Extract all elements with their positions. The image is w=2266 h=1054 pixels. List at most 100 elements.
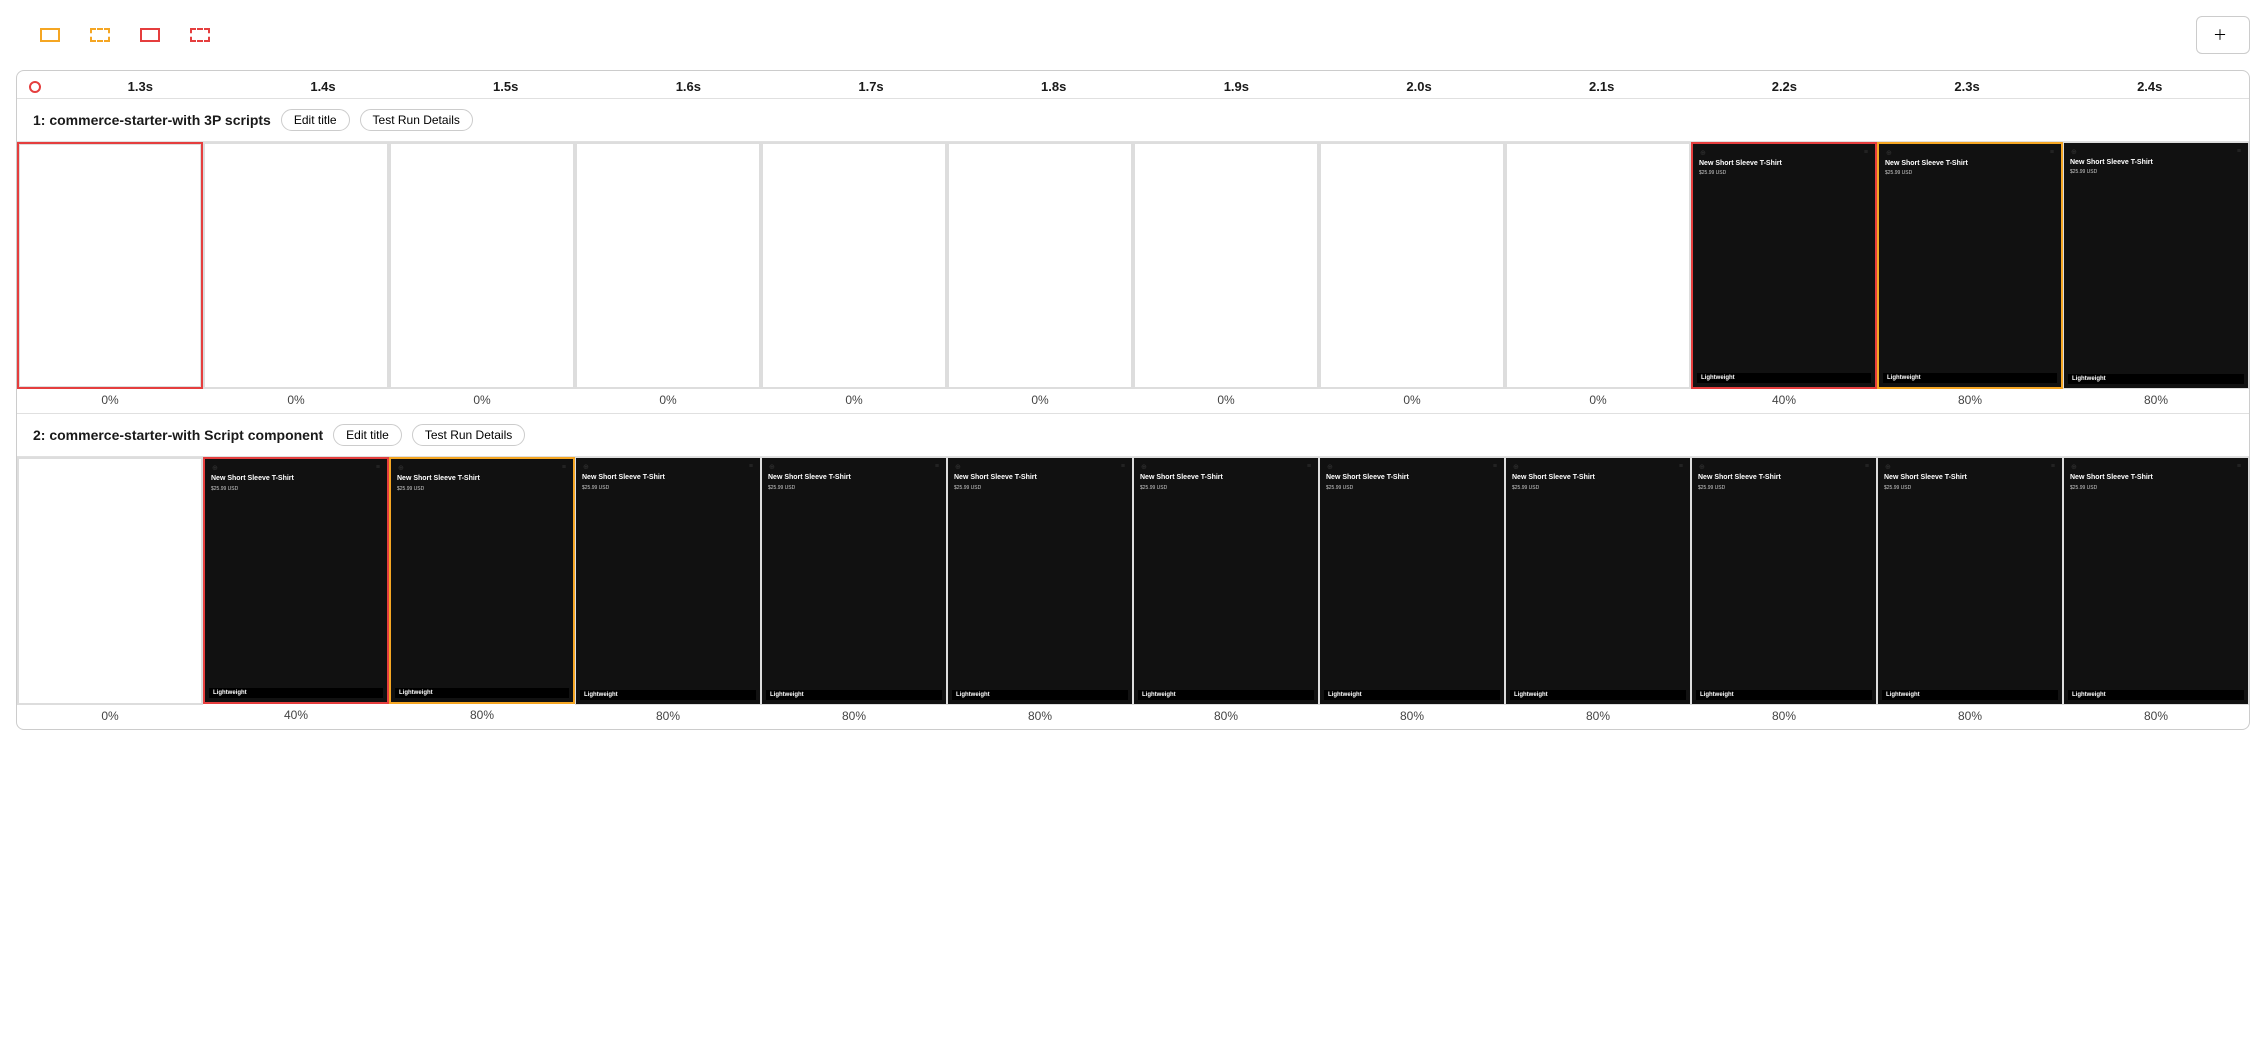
frame-percent-f2-6: 80% <box>1028 705 1052 729</box>
frame-thumb-f2-4: ⊕ ≡ New Short Sleeve T-Shirt $25.99 USD … <box>576 458 760 703</box>
edit-title-button-1[interactable]: Edit title <box>281 109 350 131</box>
frame-cell-f2-6: ⊕ ≡ New Short Sleeve T-Shirt $25.99 USD … <box>947 457 1133 728</box>
frame-percent-f1-4: 0% <box>659 389 676 413</box>
frame-box-f1-1[interactable] <box>17 142 203 389</box>
legend-lcp-layout <box>190 28 216 42</box>
row-title-1: 1: commerce-starter-with 3P scripts <box>33 112 271 128</box>
timeline-tick-3: 1.6s <box>597 79 780 94</box>
frame-box-f2-6[interactable]: ⊕ ≡ New Short Sleeve T-Shirt $25.99 USD … <box>947 457 1133 704</box>
frame-cell-f2-1: 0% <box>17 457 203 728</box>
test-run-button-2[interactable]: Test Run Details <box>412 424 525 446</box>
frame-thumb-f2-3: ⊕ ≡ New Short Sleeve T-Shirt $25.99 USD … <box>391 459 573 702</box>
frame-box-f2-8[interactable]: ⊕ ≡ New Short Sleeve T-Shirt $25.99 USD … <box>1319 457 1505 704</box>
frame-thumb-f1-3 <box>390 143 574 388</box>
frame-box-f2-11[interactable]: ⊕ ≡ New Short Sleeve T-Shirt $25.99 USD … <box>1877 457 2063 704</box>
frame-cell-f2-12: ⊕ ≡ New Short Sleeve T-Shirt $25.99 USD … <box>2063 457 2249 728</box>
timeline-start-dot <box>29 81 41 93</box>
frame-percent-f2-12: 80% <box>2144 705 2168 729</box>
frame-cell-f1-2: 0% <box>203 142 389 413</box>
timeline-tick-8: 2.1s <box>1510 79 1693 94</box>
frame-cell-f1-8: 0% <box>1319 142 1505 413</box>
frame-percent-f2-9: 80% <box>1586 705 1610 729</box>
frame-box-f2-12[interactable]: ⊕ ≡ New Short Sleeve T-Shirt $25.99 USD … <box>2063 457 2249 704</box>
frame-percent-f2-11: 80% <box>1958 705 1982 729</box>
frame-box-f1-11[interactable]: ⊕ ≡ New Short Sleeve T-Shirt $25.99 USD … <box>1877 142 2063 389</box>
frame-cell-f1-4: 0% <box>575 142 761 413</box>
frame-thumb-f2-5: ⊕ ≡ New Short Sleeve T-Shirt $25.99 USD … <box>762 458 946 703</box>
rows-container: 1: commerce-starter-with 3P scripts Edit … <box>17 99 2249 729</box>
frame-cell-f2-8: ⊕ ≡ New Short Sleeve T-Shirt $25.99 USD … <box>1319 457 1505 728</box>
frame-percent-f2-7: 80% <box>1214 705 1238 729</box>
frame-cell-f1-12: ⊕ ≡ New Short Sleeve T-Shirt $25.99 USD … <box>2063 142 2249 413</box>
frame-box-f1-10[interactable]: ⊕ ≡ New Short Sleeve T-Shirt $25.99 USD … <box>1691 142 1877 389</box>
frame-percent-f1-9: 0% <box>1589 389 1606 413</box>
frame-box-f2-7[interactable]: ⊕ ≡ New Short Sleeve T-Shirt $25.99 USD … <box>1133 457 1319 704</box>
frame-thumb-f1-4 <box>576 143 760 388</box>
row-title-2: 2: commerce-starter-with Script componen… <box>33 427 323 443</box>
frame-cell-f1-5: 0% <box>761 142 947 413</box>
frame-percent-f1-6: 0% <box>1031 389 1048 413</box>
frame-percent-f2-5: 80% <box>842 705 866 729</box>
frame-box-f1-6[interactable] <box>947 142 1133 389</box>
timeline-header: 1.3s1.4s1.5s1.6s1.7s1.8s1.9s2.0s2.1s2.2s… <box>17 71 2249 99</box>
test-run-button-1[interactable]: Test Run Details <box>360 109 473 131</box>
frame-box-f1-4[interactable] <box>575 142 761 389</box>
frame-thumb-f2-8: ⊕ ≡ New Short Sleeve T-Shirt $25.99 USD … <box>1320 458 1504 703</box>
frame-box-f1-5[interactable] <box>761 142 947 389</box>
frame-cell-f2-3: ⊕ ≡ New Short Sleeve T-Shirt $25.99 USD … <box>389 457 575 728</box>
frame-percent-f1-7: 0% <box>1217 389 1234 413</box>
frame-box-f1-8[interactable] <box>1319 142 1505 389</box>
frame-box-f2-3[interactable]: ⊕ ≡ New Short Sleeve T-Shirt $25.99 USD … <box>389 457 575 704</box>
frames-row-2: 0% ⊕ ≡ New Short Sleeve T-Shirt $25.99 U… <box>17 456 2249 728</box>
frame-cell-f1-10: ⊕ ≡ New Short Sleeve T-Shirt $25.99 USD … <box>1691 142 1877 413</box>
frame-box-f2-9[interactable]: ⊕ ≡ New Short Sleeve T-Shirt $25.99 USD … <box>1505 457 1691 704</box>
frame-box-f2-5[interactable]: ⊕ ≡ New Short Sleeve T-Shirt $25.99 USD … <box>761 457 947 704</box>
timeline-tick-6: 1.9s <box>1145 79 1328 94</box>
frame-cell-f2-4: ⊕ ≡ New Short Sleeve T-Shirt $25.99 USD … <box>575 457 761 728</box>
plus-icon: ＋ <box>2213 25 2227 45</box>
frame-thumb-f1-5 <box>762 143 946 388</box>
frame-box-f1-7[interactable] <box>1133 142 1319 389</box>
frame-percent-f1-1: 0% <box>101 389 118 413</box>
adjust-filmstrip-button[interactable]: ＋ <box>2196 16 2250 54</box>
frame-box-f2-2[interactable]: ⊕ ≡ New Short Sleeve T-Shirt $25.99 USD … <box>203 457 389 704</box>
row-section-2: 2: commerce-starter-with Script componen… <box>17 414 2249 728</box>
frame-cell-f2-7: ⊕ ≡ New Short Sleeve T-Shirt $25.99 USD … <box>1133 457 1319 728</box>
timeline-tick-5: 1.8s <box>962 79 1145 94</box>
frame-box-f2-10[interactable]: ⊕ ≡ New Short Sleeve T-Shirt $25.99 USD … <box>1691 457 1877 704</box>
frame-thumb-f1-7 <box>1134 143 1318 388</box>
frame-percent-f1-5: 0% <box>845 389 862 413</box>
frame-thumb-f1-2 <box>204 143 388 388</box>
frame-thumb-f2-1 <box>18 458 202 703</box>
visual-change-icon <box>40 28 60 42</box>
frame-percent-f1-10: 40% <box>1772 389 1796 413</box>
frame-thumb-f1-8 <box>1320 143 1504 388</box>
frame-box-f2-1[interactable] <box>17 457 203 704</box>
frame-box-f1-9[interactable] <box>1505 142 1691 389</box>
timeline-tick-2: 1.5s <box>414 79 597 94</box>
frame-box-f1-2[interactable] <box>203 142 389 389</box>
row-header-2: 2: commerce-starter-with Script componen… <box>17 414 2249 456</box>
edit-title-button-2[interactable]: Edit title <box>333 424 402 446</box>
frame-box-f2-4[interactable]: ⊕ ≡ New Short Sleeve T-Shirt $25.99 USD … <box>575 457 761 704</box>
timeline-ticks: 1.3s1.4s1.5s1.6s1.7s1.8s1.9s2.0s2.1s2.2s… <box>41 79 2249 94</box>
frame-box-f1-12[interactable]: ⊕ ≡ New Short Sleeve T-Shirt $25.99 USD … <box>2063 142 2249 389</box>
frame-thumb-f1-1 <box>19 144 201 387</box>
frame-percent-f1-2: 0% <box>287 389 304 413</box>
frames-row-1: 0% 0% 0% 0% 0% 0% 0% 0% 0% ⊕ ≡ New Short Sleeve … <box>17 141 2249 413</box>
frame-percent-f2-1: 0% <box>101 705 118 729</box>
frame-thumb-f1-6 <box>948 143 1132 388</box>
frame-thumb-f2-2: ⊕ ≡ New Short Sleeve T-Shirt $25.99 USD … <box>205 459 387 702</box>
lcp-icon <box>140 28 160 42</box>
frame-cell-f2-5: ⊕ ≡ New Short Sleeve T-Shirt $25.99 USD … <box>761 457 947 728</box>
frame-box-f1-3[interactable] <box>389 142 575 389</box>
frame-percent-f1-3: 0% <box>473 389 490 413</box>
frame-cell-f1-11: ⊕ ≡ New Short Sleeve T-Shirt $25.99 USD … <box>1877 142 2063 413</box>
frame-cell-f2-2: ⊕ ≡ New Short Sleeve T-Shirt $25.99 USD … <box>203 457 389 728</box>
frame-percent-f1-11: 80% <box>1958 389 1982 413</box>
frame-percent-f2-2: 40% <box>284 704 308 728</box>
frame-cell-f1-9: 0% <box>1505 142 1691 413</box>
frame-cell-f2-10: ⊕ ≡ New Short Sleeve T-Shirt $25.99 USD … <box>1691 457 1877 728</box>
legend-visual-change-layout <box>90 28 116 42</box>
frame-thumb-f1-10: ⊕ ≡ New Short Sleeve T-Shirt $25.99 USD … <box>1693 144 1875 387</box>
